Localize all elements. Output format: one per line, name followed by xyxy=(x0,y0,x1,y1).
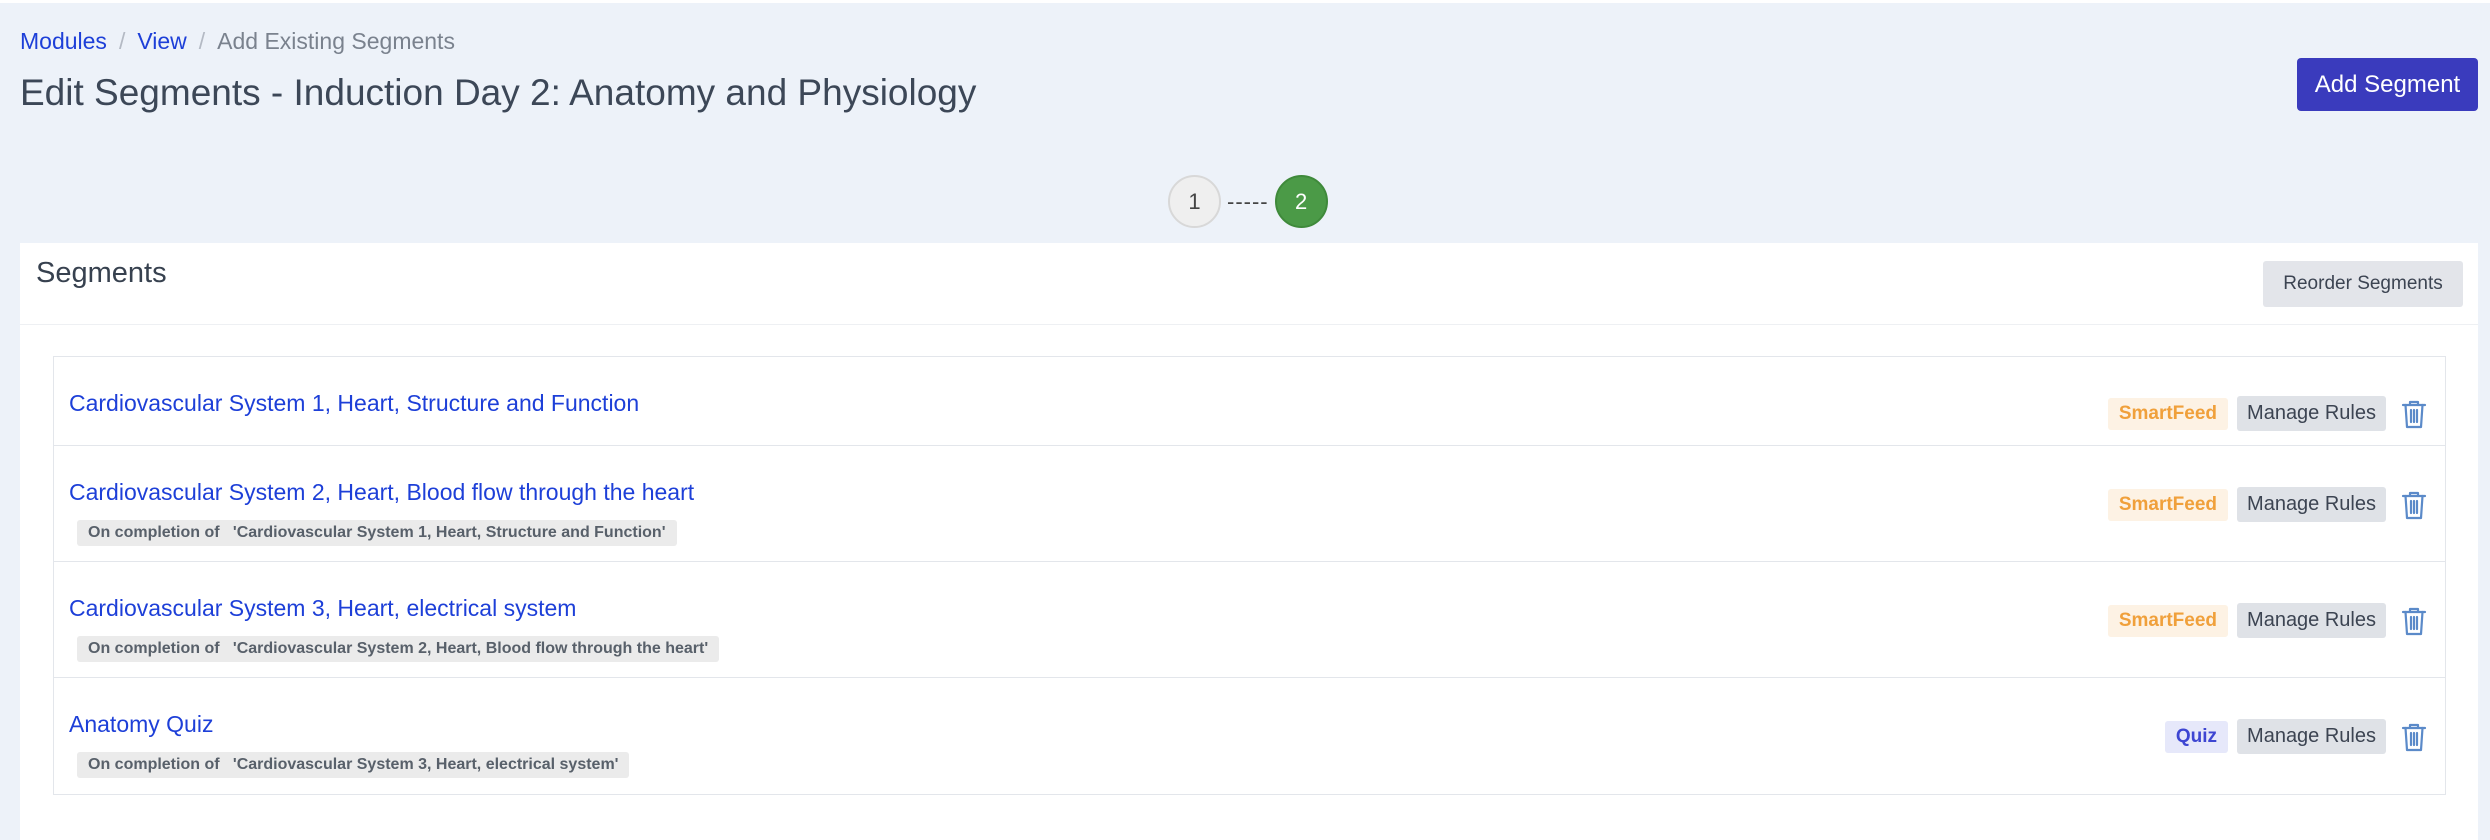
reorder-segments-button[interactable]: Reorder Segments xyxy=(2263,261,2463,307)
segments-card-header: Segments Reorder Segments xyxy=(20,243,2478,325)
segment-type-badge: SmartFeed xyxy=(2107,604,2229,637)
segment-type-badge: SmartFeed xyxy=(2107,488,2229,521)
step-1[interactable]: 1 xyxy=(1168,175,1221,228)
segments-card: Segments Reorder Segments Cardiovascular… xyxy=(20,243,2478,840)
completion-condition-badge: On completion of 'Cardiovascular System … xyxy=(77,752,630,778)
trash-icon[interactable] xyxy=(2401,490,2427,520)
completion-condition-badge: On completion of 'Cardiovascular System … xyxy=(77,636,720,662)
segment-actions: SmartFeed Manage Rules xyxy=(2107,603,2427,638)
segment-title-link[interactable]: Cardiovascular System 3, Heart, electric… xyxy=(69,595,576,622)
segment-row: Cardiovascular System 2, Heart, Blood fl… xyxy=(54,446,2445,562)
breadcrumb-modules-link[interactable]: Modules xyxy=(20,28,107,55)
step-connector: ----- xyxy=(1227,188,1269,214)
segment-type-badge: Quiz xyxy=(2164,720,2229,753)
breadcrumb-current: Add Existing Segments xyxy=(217,28,455,54)
trash-icon[interactable] xyxy=(2401,722,2427,752)
breadcrumb-separator: / xyxy=(198,28,206,54)
segments-card-title: Segments xyxy=(36,257,167,289)
segment-actions: SmartFeed Manage Rules xyxy=(2107,396,2427,431)
segment-type-badge: SmartFeed xyxy=(2107,397,2229,430)
stepper: 1 ----- 2 xyxy=(1168,175,1328,228)
segment-title-link[interactable]: Cardiovascular System 1, Heart, Structur… xyxy=(69,390,639,417)
add-segment-button[interactable]: Add Segment xyxy=(2297,58,2478,111)
segment-row: Cardiovascular System 1, Heart, Structur… xyxy=(54,357,2445,446)
segment-row: Anatomy Quiz On completion of 'Cardiovas… xyxy=(54,678,2445,794)
segment-actions: Quiz Manage Rules xyxy=(2164,719,2427,754)
breadcrumb-separator: / xyxy=(118,28,126,54)
step-2-active[interactable]: 2 xyxy=(1274,175,1328,228)
manage-rules-button[interactable]: Manage Rules xyxy=(2237,487,2386,522)
segment-title-link[interactable]: Anatomy Quiz xyxy=(69,711,213,738)
manage-rules-button[interactable]: Manage Rules xyxy=(2237,396,2386,431)
segment-list: Cardiovascular System 1, Heart, Structur… xyxy=(53,356,2446,795)
trash-icon[interactable] xyxy=(2401,399,2427,429)
page-title: Edit Segments - Induction Day 2: Anatomy… xyxy=(20,72,977,113)
segment-actions: SmartFeed Manage Rules xyxy=(2107,487,2427,522)
completion-condition-badge: On completion of 'Cardiovascular System … xyxy=(77,520,677,546)
top-edge xyxy=(0,0,2490,3)
trash-icon[interactable] xyxy=(2401,606,2427,636)
breadcrumb: Modules / View / Add Existing Segments xyxy=(20,28,455,55)
segment-title-link[interactable]: Cardiovascular System 2, Heart, Blood fl… xyxy=(69,479,694,506)
breadcrumb-view-link[interactable]: View xyxy=(137,28,186,55)
segment-row: Cardiovascular System 3, Heart, electric… xyxy=(54,562,2445,678)
manage-rules-button[interactable]: Manage Rules xyxy=(2237,719,2386,754)
manage-rules-button[interactable]: Manage Rules xyxy=(2237,603,2386,638)
